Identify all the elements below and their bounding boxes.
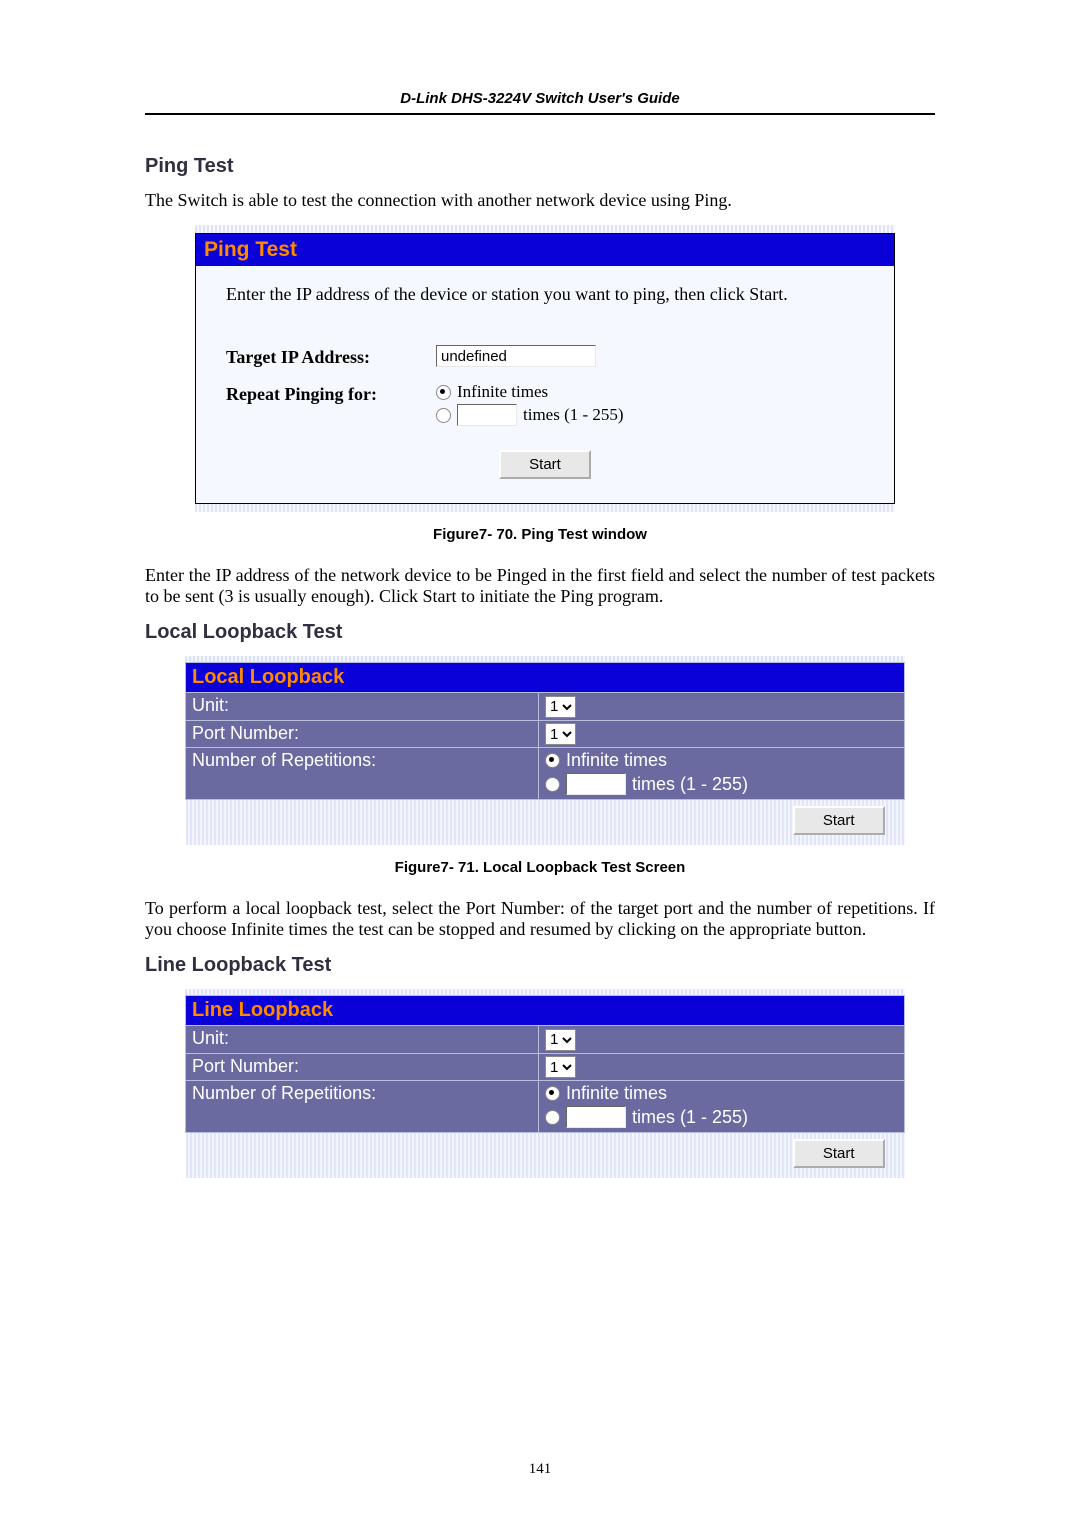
local-count-input[interactable] xyxy=(566,773,626,795)
line-port-select[interactable]: 1 xyxy=(545,1056,576,1078)
guide-title: D-Link DHS-3224V Switch User's Guide xyxy=(145,90,935,107)
line-panel-title: Line Loopback xyxy=(186,996,905,1026)
ping-intro-text: The Switch is able to test the connectio… xyxy=(145,190,935,211)
local-radio-count[interactable] xyxy=(545,777,560,792)
ping-post-text: Enter the IP address of the network devi… xyxy=(145,565,935,607)
line-radio-infinite[interactable] xyxy=(545,1086,560,1101)
local-unit-select[interactable]: 1 xyxy=(545,696,576,718)
line-start-button[interactable]: Start xyxy=(793,1139,885,1168)
local-opt-count-suffix: times (1 - 255) xyxy=(632,774,748,795)
decorative-stripe xyxy=(195,504,895,512)
figure-caption-ping: Figure7- 70. Ping Test window xyxy=(145,526,935,543)
target-ip-label: Target IP Address: xyxy=(226,345,436,368)
target-ip-input[interactable] xyxy=(436,345,596,367)
local-port-label: Port Number: xyxy=(186,720,539,748)
opt-count-suffix: times (1 - 255) xyxy=(523,405,624,425)
opt-infinite-label: Infinite times xyxy=(457,382,548,402)
ping-start-button[interactable]: Start xyxy=(499,450,591,479)
radio-count[interactable] xyxy=(436,408,451,423)
line-loopback-table: Line Loopback Unit: 1 Port Number: 1 xyxy=(185,995,905,1178)
line-port-label: Port Number: xyxy=(186,1053,539,1081)
line-rep-label: Number of Repetitions: xyxy=(186,1081,539,1133)
local-panel-title: Local Loopback xyxy=(186,663,905,693)
local-port-select[interactable]: 1 xyxy=(545,723,576,745)
line-opt-count-suffix: times (1 - 255) xyxy=(632,1107,748,1128)
local-loopback-figure: Local Loopback Unit: 1 Port Number: 1 xyxy=(185,656,905,845)
line-unit-select[interactable]: 1 xyxy=(545,1029,576,1051)
ping-panel-title: Ping Test xyxy=(196,234,894,266)
decorative-stripe xyxy=(195,225,895,233)
section-title-line: Line Loopback Test xyxy=(145,954,935,977)
line-opt-infinite: Infinite times xyxy=(566,1083,667,1104)
ping-panel: Ping Test Enter the IP address of the de… xyxy=(195,233,895,504)
local-loopback-table: Local Loopback Unit: 1 Port Number: 1 xyxy=(185,662,905,845)
local-post-text: To perform a local loopback test, select… xyxy=(145,898,935,940)
local-unit-label: Unit: xyxy=(186,693,539,721)
section-title-ping: Ping Test xyxy=(145,155,935,178)
line-radio-count[interactable] xyxy=(545,1110,560,1125)
local-opt-infinite: Infinite times xyxy=(566,750,667,771)
local-radio-infinite[interactable] xyxy=(545,753,560,768)
figure-caption-local: Figure7- 71. Local Loopback Test Screen xyxy=(145,859,935,876)
ping-instruction: Enter the IP address of the device or st… xyxy=(226,284,864,305)
page-number: 141 xyxy=(0,1461,1080,1478)
section-title-local: Local Loopback Test xyxy=(145,621,935,644)
ping-figure: Ping Test Enter the IP address of the de… xyxy=(195,225,895,512)
local-start-button[interactable]: Start xyxy=(793,806,885,835)
header-rule xyxy=(145,113,935,115)
ping-count-input[interactable] xyxy=(457,404,517,426)
line-count-input[interactable] xyxy=(566,1106,626,1128)
page: D-Link DHS-3224V Switch User's Guide Pin… xyxy=(0,0,1080,1528)
line-unit-label: Unit: xyxy=(186,1026,539,1054)
local-rep-label: Number of Repetitions: xyxy=(186,748,539,800)
line-loopback-figure: Line Loopback Unit: 1 Port Number: 1 xyxy=(185,989,905,1178)
radio-infinite[interactable] xyxy=(436,385,451,400)
repeat-label: Repeat Pinging for: xyxy=(226,382,436,405)
